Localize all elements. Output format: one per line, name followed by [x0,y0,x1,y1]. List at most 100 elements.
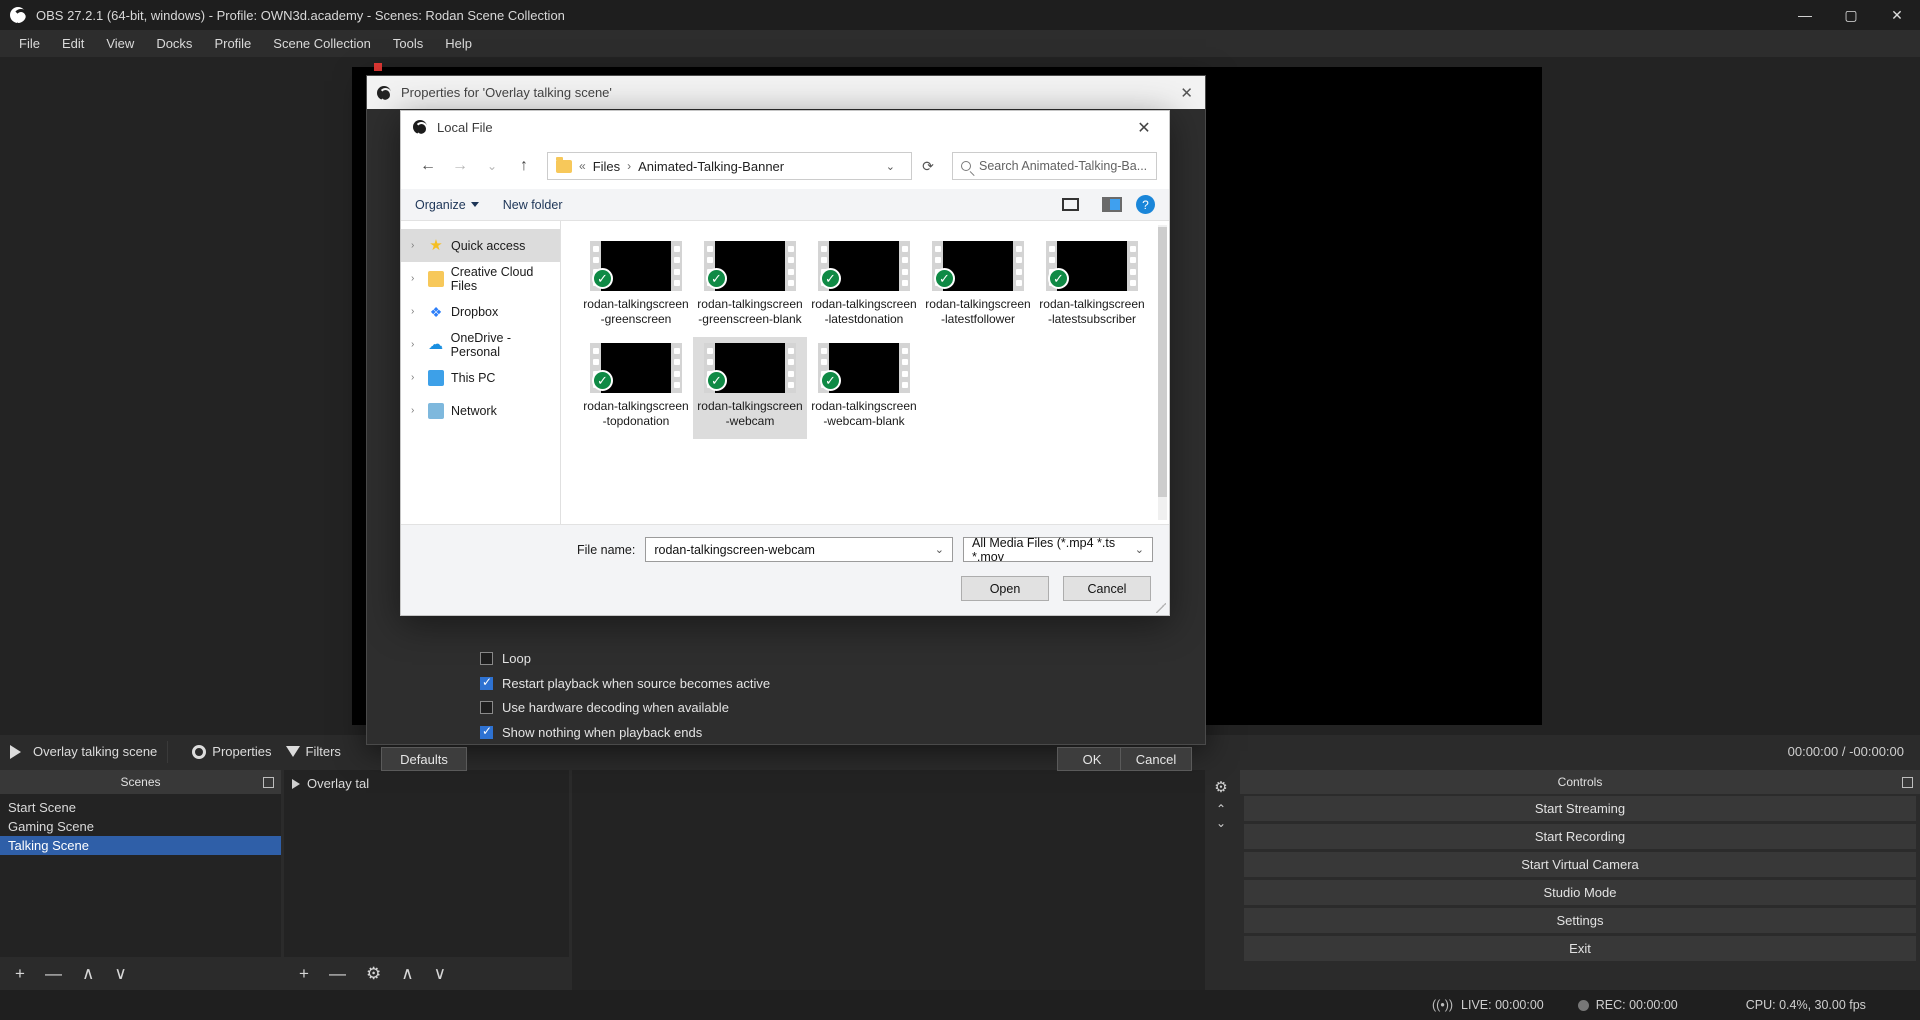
menu-tools[interactable]: Tools [382,32,434,55]
file-tile[interactable]: ✓ rodan-talkingscreen-latestfollower [921,235,1035,337]
properties-button[interactable]: Properties [192,744,271,759]
controls-undock-icon[interactable] [1902,777,1913,788]
loop-checkbox[interactable] [480,652,493,665]
menu-docks[interactable]: Docks [145,32,203,55]
menu-view[interactable]: View [95,32,145,55]
minimize-button[interactable]: — [1782,0,1828,30]
start-recording-button[interactable]: Start Recording [1244,824,1916,849]
file-type-dropdown-icon[interactable]: ⌄ [1135,543,1144,556]
start-virtual-camera-button[interactable]: Start Virtual Camera [1244,852,1916,877]
file-dialog-close-icon[interactable]: ✕ [1133,118,1155,138]
file-tile[interactable]: ✓ rodan-talkingscreen-topdonation [579,337,693,439]
properties-cancel-button[interactable]: Cancel [1120,747,1192,771]
scene-item-gaming[interactable]: Gaming Scene [0,817,281,836]
move-source-down-button[interactable]: ∨ [427,964,453,984]
back-icon[interactable]: ← [413,151,443,181]
remove-source-button[interactable]: — [322,964,353,984]
selection-handle[interactable] [374,63,382,71]
close-button[interactable]: ✕ [1874,0,1920,30]
file-tile[interactable]: ✓ rodan-talkingscreen-latestsubscriber [1035,235,1149,337]
source-list-item[interactable]: Overlay tal [284,774,569,793]
breadcrumb-current-folder[interactable]: Animated-Talking-Banner [638,159,784,174]
show-nothing-checkbox-row[interactable]: Show nothing when playback ends [480,725,702,740]
move-scene-up-button[interactable]: ∧ [75,964,101,984]
recent-locations-icon[interactable]: ⌄ [477,151,507,181]
chevron-right-icon[interactable]: › [411,240,421,251]
move-source-up-button[interactable]: ∧ [394,964,420,984]
breadcrumb-files[interactable]: Files [593,159,620,174]
defaults-button[interactable]: Defaults [381,747,467,771]
refresh-icon[interactable]: ⟳ [914,152,942,180]
chevron-right-icon[interactable]: › [411,306,421,317]
tree-item-dropbox[interactable]: › ❖ Dropbox [401,295,560,328]
new-folder-button[interactable]: New folder [503,198,563,212]
transition-gear-icon[interactable]: ⚙ [1205,770,1237,796]
settings-button[interactable]: Settings [1244,908,1916,933]
source-settings-button[interactable]: ⚙ [359,964,388,984]
forward-icon[interactable]: → [445,151,475,181]
file-type-filter-select[interactable]: All Media Files (*.mp4 *.ts *.mov ⌄ [963,537,1153,562]
open-button[interactable]: Open [961,576,1049,601]
file-tile[interactable]: ✓ rodan-talkingscreen-webcam-blank [807,337,921,439]
restart-playback-checkbox[interactable] [480,677,493,690]
show-nothing-checkbox[interactable] [480,726,493,739]
exit-button[interactable]: Exit [1244,936,1916,961]
tree-item-this-pc[interactable]: › This PC [401,361,560,394]
play-icon[interactable] [10,745,21,759]
menu-file[interactable]: File [8,32,51,55]
tree-item-network[interactable]: › Network [401,394,560,427]
breadcrumb-root[interactable]: « [579,159,586,173]
scenes-list[interactable]: Start Scene Gaming Scene Talking Scene [0,794,281,957]
tree-item-quick-access[interactable]: › ★ Quick access [401,229,560,262]
file-list-area[interactable]: ✓ rodan-talkingscreen-greenscreen ✓ roda… [561,221,1169,524]
file-name-dropdown-icon[interactable]: ⌄ [935,543,944,556]
chevron-right-icon[interactable]: › [411,339,421,350]
change-view-button[interactable] [1062,198,1088,211]
video-thumbnail: ✓ [590,343,682,393]
file-tile[interactable]: ✓ rodan-talkingscreen-greenscreen [579,235,693,337]
file-dialog-cancel-button[interactable]: Cancel [1063,576,1151,601]
chevron-right-icon[interactable]: › [411,372,421,383]
transition-steppers-icon[interactable]: ⌃⌄ [1205,796,1237,830]
restart-playback-checkbox-row[interactable]: Restart playback when source becomes act… [480,676,770,691]
file-tile-selected[interactable]: ✓ rodan-talkingscreen-webcam [693,337,807,439]
resize-grip[interactable] [1156,603,1166,613]
source-visibility-icon[interactable] [292,779,300,789]
menu-scene-collection[interactable]: Scene Collection [262,32,382,55]
properties-ok-button[interactable]: OK [1057,747,1127,771]
loop-checkbox-row[interactable]: Loop [480,651,531,666]
add-source-button[interactable]: + [292,964,316,984]
up-icon[interactable]: ↑ [509,151,539,181]
file-name-input[interactable]: rodan-talkingscreen-webcam ⌄ [645,537,953,562]
tree-item-creative-cloud[interactable]: › Creative Cloud Files [401,262,560,295]
help-icon[interactable]: ? [1136,195,1155,214]
undock-icon[interactable] [263,777,274,788]
properties-dialog-close-icon[interactable]: ✕ [1180,84,1193,102]
scene-item-talking[interactable]: Talking Scene [0,836,281,855]
chevron-right-icon[interactable]: › [411,273,421,284]
studio-mode-button[interactable]: Studio Mode [1244,880,1916,905]
file-tile[interactable]: ✓ rodan-talkingscreen-greenscreen-blank [693,235,807,337]
menu-profile[interactable]: Profile [203,32,262,55]
preview-pane-icon[interactable] [1102,197,1122,212]
remove-scene-button[interactable]: — [38,964,69,984]
file-tile[interactable]: ✓ rodan-talkingscreen-latestdonation [807,235,921,337]
tree-item-onedrive[interactable]: › ☁ OneDrive - Personal [401,328,560,361]
maximize-button[interactable]: ▢ [1828,0,1874,30]
menu-edit[interactable]: Edit [51,32,95,55]
search-input[interactable]: Search Animated-Talking-Ba... [952,152,1157,180]
move-scene-down-button[interactable]: ∨ [107,964,133,984]
address-bar[interactable]: « Files › Animated-Talking-Banner ⌄ [547,152,912,180]
scene-item-start[interactable]: Start Scene [0,798,281,817]
chevron-right-icon[interactable]: › [411,405,421,416]
hardware-decoding-checkbox-row[interactable]: Use hardware decoding when available [480,700,729,715]
address-dropdown-icon[interactable]: ⌄ [878,160,903,173]
file-list-scrollbar-thumb[interactable] [1158,227,1167,497]
hardware-decoding-checkbox[interactable] [480,701,493,714]
filters-button[interactable]: Filters [286,744,341,759]
start-streaming-button[interactable]: Start Streaming [1244,796,1916,821]
menu-help[interactable]: Help [434,32,483,55]
organize-button[interactable]: Organize [415,198,479,212]
add-scene-button[interactable]: + [8,964,32,984]
sources-list[interactable]: Overlay tal [284,770,569,957]
